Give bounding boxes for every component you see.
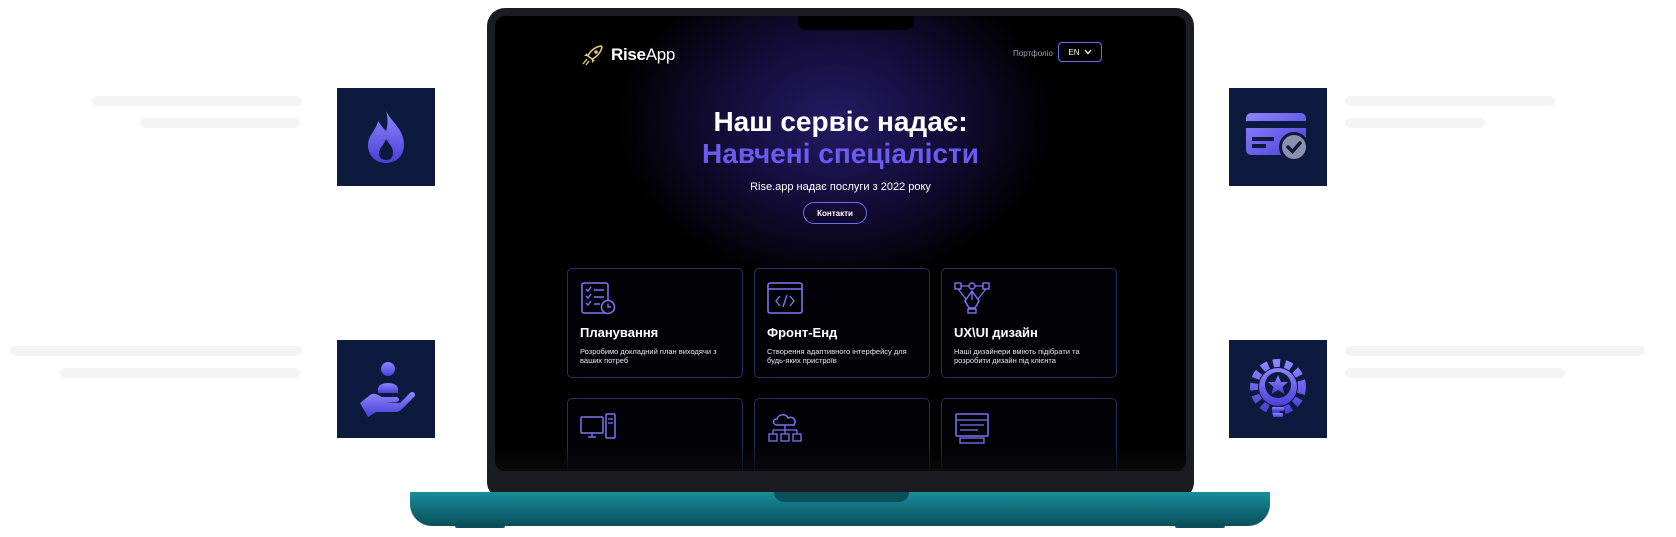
ghost-text	[1345, 346, 1645, 356]
hero-highlight: Навчені спеціалісти	[702, 138, 979, 169]
laptop-base-lip	[774, 492, 909, 502]
laptop-screen: RiseApp Портфоліо EN Наш сервіс надає: Н…	[495, 16, 1186, 471]
card-description: Наші дизайнери вміють підібрати та розро…	[954, 347, 1080, 365]
nav-portfolio-link[interactable]: Портфоліо	[1013, 49, 1053, 58]
payment-tile	[1229, 88, 1327, 186]
fire-icon	[368, 111, 404, 163]
ghost-text	[92, 96, 302, 106]
cloud-network-icon	[768, 414, 802, 442]
brand-name-light: App	[645, 45, 676, 64]
care-tile	[337, 340, 435, 438]
ghost-text	[10, 346, 302, 356]
card-description: Створення адаптивного інтерфейсу для буд…	[767, 347, 907, 365]
ghost-text	[1345, 118, 1485, 128]
innovation-tile	[1229, 340, 1327, 438]
gear-star-bulb-icon	[1250, 359, 1306, 417]
brand-name-bold: Rise	[611, 45, 646, 64]
server-rack-icon	[955, 413, 989, 444]
pen-tool-icon	[954, 282, 990, 314]
service-card-ux-ui[interactable]: UX\UI дизайн Наші дизайнери вміють підіб…	[941, 268, 1117, 378]
ghost-text	[1345, 368, 1565, 378]
ghost-text	[140, 118, 300, 128]
language-value: EN	[1068, 47, 1080, 57]
card-title: Планування	[580, 325, 659, 340]
camera-notch	[798, 16, 914, 30]
desktop-computer-icon	[580, 413, 616, 439]
brand-logo[interactable]: RiseApp	[581, 44, 675, 66]
card-description: Розробимо докладний план виходячи з ваши…	[580, 347, 717, 365]
rocket-icon	[582, 45, 603, 66]
chevron-down-icon	[1084, 49, 1092, 55]
hand-person-icon	[360, 362, 416, 417]
card-title: UX\UI дизайн	[954, 325, 1038, 340]
laptop-foot	[455, 524, 505, 528]
fire-tile	[337, 88, 435, 186]
contacts-button[interactable]: Контакти	[803, 202, 867, 224]
language-select[interactable]: EN	[1058, 42, 1102, 62]
screen-bottom-fade	[495, 446, 1186, 471]
checklist-clock-icon	[581, 282, 616, 315]
ghost-text	[1345, 96, 1555, 106]
laptop-foot	[1175, 524, 1225, 528]
hero-subtitle: Rise.app надає послуги з 2022 року	[750, 181, 931, 193]
credit-card-check-icon	[1246, 113, 1309, 162]
laptop-frame: RiseApp Портфоліо EN Наш сервіс надає: Н…	[487, 8, 1194, 500]
service-card-planning[interactable]: Планування Розробимо докладний план вихо…	[567, 268, 743, 378]
card-title: Фронт-Енд	[767, 325, 838, 340]
hero-title: Наш сервіс надає:	[713, 106, 968, 137]
ghost-text	[60, 368, 300, 378]
code-window-icon	[767, 282, 803, 314]
service-card-frontend[interactable]: Фронт-Енд Створення адаптивного інтерфей…	[754, 268, 930, 378]
